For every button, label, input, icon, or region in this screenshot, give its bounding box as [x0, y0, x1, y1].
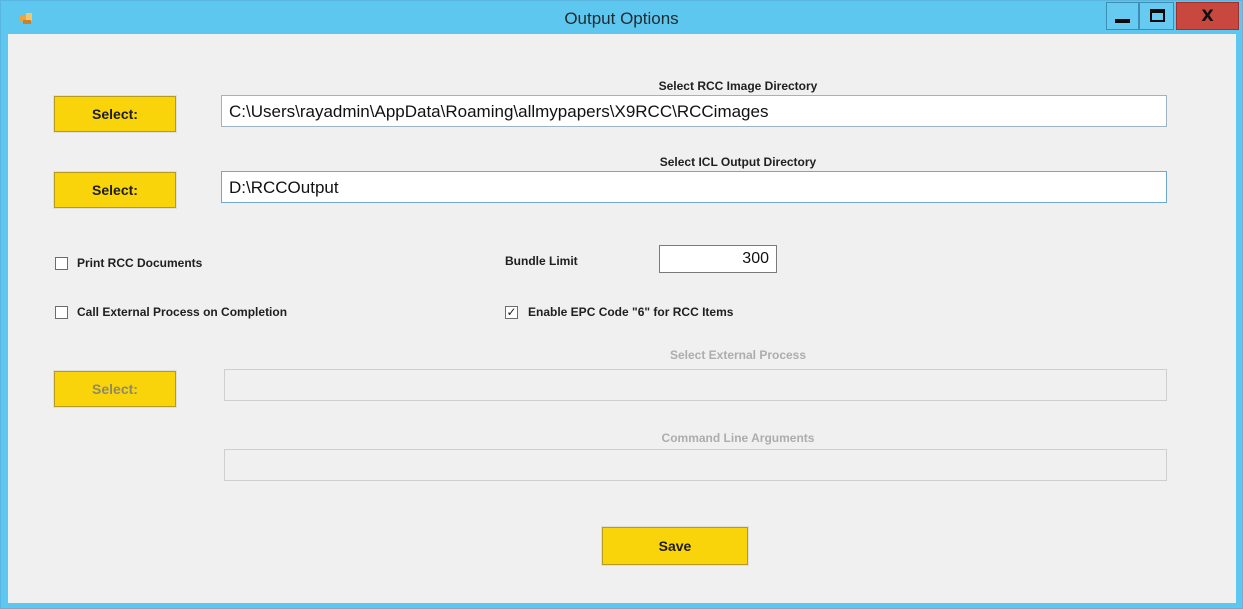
dialog-content: Select RCC Image Directory Select: C:\Us… [8, 34, 1236, 603]
maximize-icon [1150, 9, 1165, 22]
output-options-window: Output Options X Select RCC Image Direct… [0, 0, 1243, 609]
call-external-label: Call External Process on Completion [77, 305, 288, 319]
command-args-field[interactable] [224, 449, 1167, 481]
external-process-field[interactable] [224, 369, 1167, 401]
bundle-limit-label: Bundle Limit [505, 254, 578, 268]
external-process-label: Select External Process [669, 348, 807, 362]
bundle-limit-field[interactable]: 300 [659, 245, 777, 273]
close-icon: X [1201, 6, 1214, 25]
icl-output-dir-label: Select ICL Output Directory [659, 155, 817, 169]
call-external-checkbox[interactable] [55, 306, 68, 319]
rcc-image-dir-label: Select RCC Image Directory [658, 79, 818, 93]
close-button[interactable]: X [1176, 2, 1239, 30]
save-button[interactable]: Save [601, 526, 749, 566]
minimize-icon [1115, 19, 1130, 23]
window-title: Output Options [564, 9, 679, 28]
minimize-button[interactable] [1106, 2, 1139, 30]
select-external-process-button[interactable]: Select: [53, 370, 177, 408]
print-rcc-checkbox[interactable] [55, 257, 68, 270]
icl-output-dir-field[interactable]: D:\RCCOutput [221, 171, 1167, 203]
enable-epc-checkbox[interactable]: ✓ [505, 306, 518, 319]
select-icl-output-dir-button[interactable]: Select: [53, 171, 177, 209]
maximize-button[interactable] [1139, 2, 1174, 30]
command-args-label: Command Line Arguments [661, 431, 815, 445]
print-rcc-label: Print RCC Documents [77, 256, 203, 270]
select-rcc-image-dir-button[interactable]: Select: [53, 95, 177, 133]
enable-epc-label: Enable EPC Code "6" for RCC Items [528, 305, 734, 319]
title-bar[interactable]: Output Options X [1, 1, 1242, 34]
rcc-image-dir-field[interactable]: C:\Users\rayadmin\AppData\Roaming\allmyp… [221, 95, 1167, 127]
